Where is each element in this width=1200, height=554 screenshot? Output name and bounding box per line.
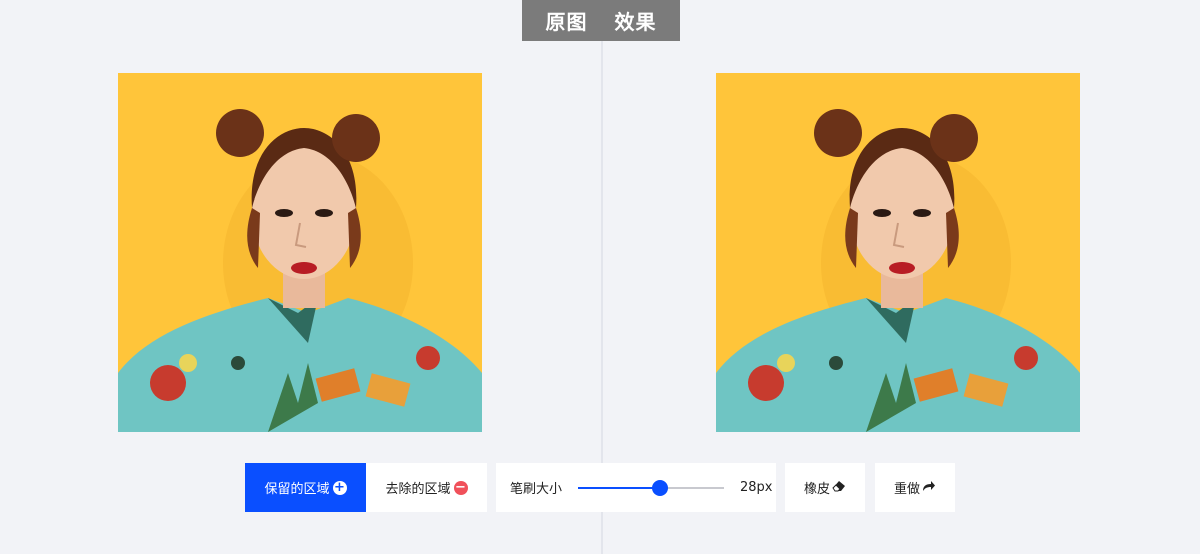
redo-label: 重做	[893, 482, 920, 497]
brush-size-slider-thumb[interactable]	[651, 479, 668, 496]
keep-area-button[interactable]: 保留的区域 +	[245, 463, 366, 512]
eraser-icon	[832, 480, 846, 496]
remove-area-label: 去除的区域	[385, 482, 451, 497]
brush-size-slider-fill	[578, 486, 660, 489]
brush-size-slider[interactable]	[578, 479, 725, 496]
plus-circle-icon: +	[332, 480, 347, 495]
eraser-button[interactable]: 橡皮	[785, 463, 865, 512]
brush-size-panel: 笔刷大小 28px	[496, 463, 776, 512]
remove-area-button[interactable]: 去除的区域 −	[366, 463, 487, 512]
eraser-label: 橡皮	[803, 482, 830, 497]
redo-button[interactable]: 重做	[875, 463, 955, 512]
original-image[interactable]	[118, 73, 482, 432]
brush-size-label: 笔刷大小	[510, 482, 563, 497]
keep-area-label: 保留的区域	[264, 482, 330, 497]
tab-original[interactable]: 原图	[546, 6, 588, 35]
result-image[interactable]	[716, 73, 1080, 432]
brush-size-value: 28px	[740, 480, 773, 495]
tab-result[interactable]: 效果	[615, 6, 657, 35]
minus-circle-icon: −	[453, 480, 468, 495]
compare-tabs: 原图 效果	[522, 0, 680, 41]
redo-icon	[922, 480, 936, 496]
